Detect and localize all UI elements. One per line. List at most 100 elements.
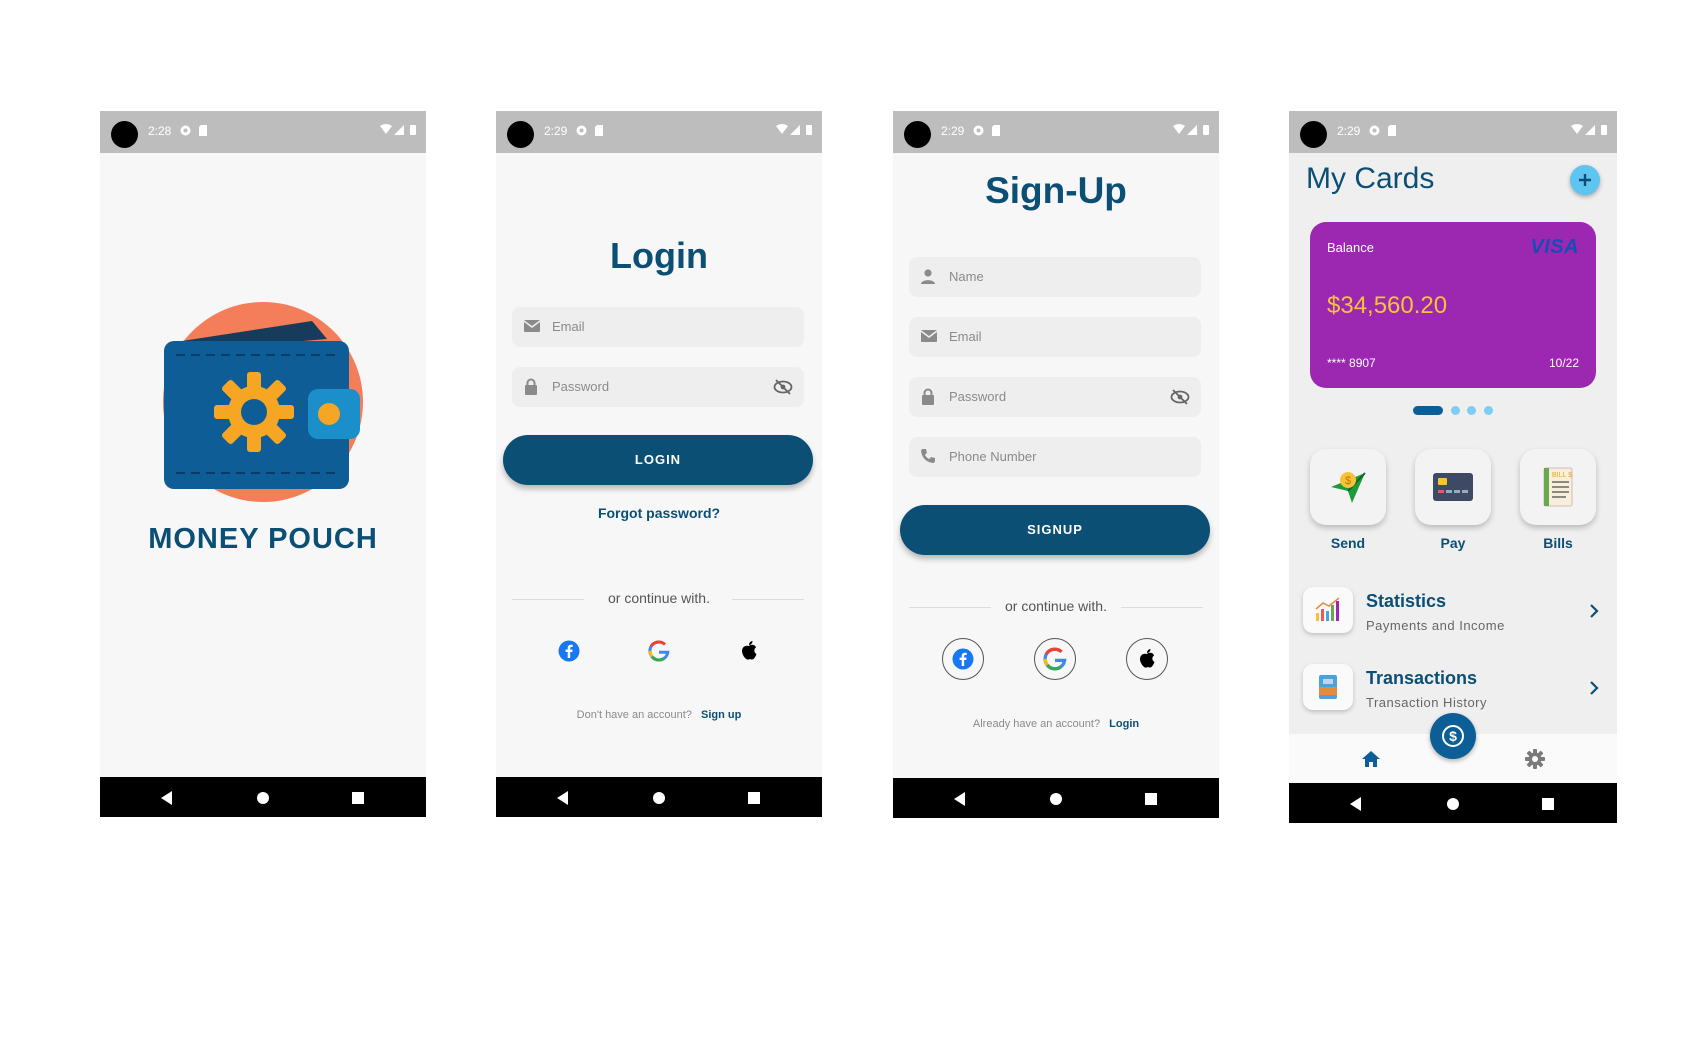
- signup-button[interactable]: SIGNUP: [900, 505, 1210, 555]
- apple-button[interactable]: [1126, 638, 1168, 680]
- pay-label: Pay: [1440, 535, 1466, 551]
- bill-icon: BILL $: [1543, 467, 1573, 507]
- status-time: 2:29: [544, 124, 568, 138]
- page-title: Login: [610, 235, 708, 276]
- send-label: Send: [1330, 535, 1366, 551]
- dollar-icon: $: [1442, 725, 1464, 747]
- signal-battery-icons: [1571, 124, 1607, 135]
- or-continue-label: or continue with.: [1005, 598, 1107, 614]
- camera-cutout: [507, 121, 534, 148]
- password-field[interactable]: Password: [512, 367, 804, 407]
- card-number: **** 8907: [1327, 356, 1376, 370]
- status-bar: 2:28: [100, 111, 426, 153]
- phone-icon: [921, 449, 935, 463]
- facebook-button[interactable]: [942, 638, 984, 680]
- visibility-off-icon[interactable]: [773, 378, 793, 396]
- back-icon[interactable]: [557, 791, 568, 805]
- status-bar: 2:29: [1289, 111, 1617, 153]
- email-placeholder: Email: [949, 329, 982, 344]
- indicator-active[interactable]: [1413, 406, 1443, 415]
- password-placeholder: Password: [949, 389, 1007, 404]
- password-field[interactable]: Password: [909, 377, 1201, 417]
- email-field[interactable]: Email: [909, 317, 1201, 357]
- mail-icon: [920, 330, 938, 342]
- login-prompt: Already have an account? Login: [893, 718, 1219, 730]
- center-action-button[interactable]: $: [1430, 713, 1476, 759]
- back-icon[interactable]: [954, 792, 965, 806]
- login-button[interactable]: LOGIN: [503, 435, 813, 485]
- sync-icon: [576, 125, 587, 136]
- google-icon: [1043, 647, 1067, 671]
- bills-label: Bills: [1543, 535, 1573, 551]
- status-time: 2:29: [941, 124, 965, 138]
- apple-icon: [742, 641, 757, 660]
- home-button-icon[interactable]: [257, 792, 269, 804]
- plus-icon: [1579, 174, 1591, 186]
- name-field[interactable]: Name: [909, 257, 1201, 297]
- email-field[interactable]: Email: [512, 307, 804, 347]
- settings-icon[interactable]: [1525, 749, 1545, 769]
- indicator-dot[interactable]: [1484, 406, 1493, 415]
- statistics-title: Statistics: [1366, 591, 1447, 611]
- recents-icon[interactable]: [1542, 798, 1554, 810]
- wallet-icon: [1319, 675, 1337, 699]
- recents-icon[interactable]: [748, 792, 760, 804]
- bank-card[interactable]: Balance VISA $34,560.20 **** 8907 10/22: [1310, 222, 1596, 388]
- send-button[interactable]: $: [1310, 449, 1386, 525]
- apple-button[interactable]: [729, 631, 769, 671]
- phone-placeholder: Phone Number: [949, 449, 1037, 464]
- sd-card-icon: [595, 125, 603, 136]
- visibility-off-icon[interactable]: [1170, 388, 1190, 406]
- sd-card-icon: [992, 125, 1000, 136]
- recents-icon[interactable]: [1145, 793, 1157, 805]
- home-button-icon[interactable]: [653, 792, 665, 804]
- visa-logo: VISA: [1530, 236, 1579, 258]
- password-placeholder: Password: [552, 379, 610, 394]
- statistics-icon-box: [1303, 587, 1353, 633]
- card-balance: $34,560.20: [1327, 292, 1448, 319]
- recents-icon[interactable]: [352, 792, 364, 804]
- back-icon[interactable]: [161, 791, 172, 805]
- statistics-row[interactable]: Statistics Payments and Income: [1289, 579, 1617, 643]
- no-account-text: Don't have an account?: [576, 709, 692, 721]
- signal-battery-icons: [1173, 124, 1209, 135]
- home-icon[interactable]: [1361, 750, 1381, 768]
- have-account-text: Already have an account?: [972, 718, 1101, 730]
- google-button[interactable]: [639, 631, 679, 671]
- chevron-right-icon: [1590, 604, 1599, 618]
- bills-button[interactable]: BILL $: [1520, 449, 1596, 525]
- or-continue-label: or continue with.: [608, 590, 710, 606]
- status-time: 2:28: [148, 124, 172, 138]
- back-icon[interactable]: [1350, 797, 1361, 811]
- indicator-dot[interactable]: [1451, 406, 1460, 415]
- forgot-password-link[interactable]: Forgot password?: [496, 505, 822, 521]
- transactions-row[interactable]: Transactions Transaction History: [1289, 656, 1617, 720]
- facebook-icon: [952, 648, 974, 670]
- chevron-right-icon: [1590, 681, 1599, 695]
- phone-field[interactable]: Phone Number: [909, 437, 1201, 477]
- home-button-icon[interactable]: [1447, 798, 1459, 810]
- email-placeholder: Email: [552, 319, 585, 334]
- system-nav-bar: [1289, 783, 1617, 823]
- pay-button[interactable]: [1415, 449, 1491, 525]
- name-placeholder: Name: [949, 269, 984, 284]
- statistics-subtitle: Payments and Income: [1366, 618, 1505, 633]
- sync-icon: [180, 125, 191, 136]
- facebook-button[interactable]: [549, 631, 589, 671]
- home-button-icon[interactable]: [1050, 793, 1062, 805]
- add-card-button[interactable]: [1570, 165, 1600, 195]
- google-button[interactable]: [1034, 638, 1076, 680]
- page-title: Sign-Up: [985, 170, 1127, 211]
- camera-cutout: [904, 121, 931, 148]
- signal-battery-icons: [380, 124, 416, 135]
- lock-icon: [922, 388, 934, 405]
- indicator-dot[interactable]: [1467, 406, 1476, 415]
- send-money-icon: $: [1331, 472, 1366, 503]
- signup-link[interactable]: Sign up: [701, 709, 741, 721]
- signup-screen: 2:29 Sign-Up Name Email Password Phone N…: [893, 111, 1219, 818]
- signup-prompt: Don't have an account? Sign up: [496, 709, 822, 721]
- card-expiry: 10/22: [1548, 356, 1579, 370]
- sd-card-icon: [199, 125, 207, 136]
- credit-card-icon: [1433, 473, 1473, 501]
- login-link[interactable]: Login: [1109, 718, 1139, 730]
